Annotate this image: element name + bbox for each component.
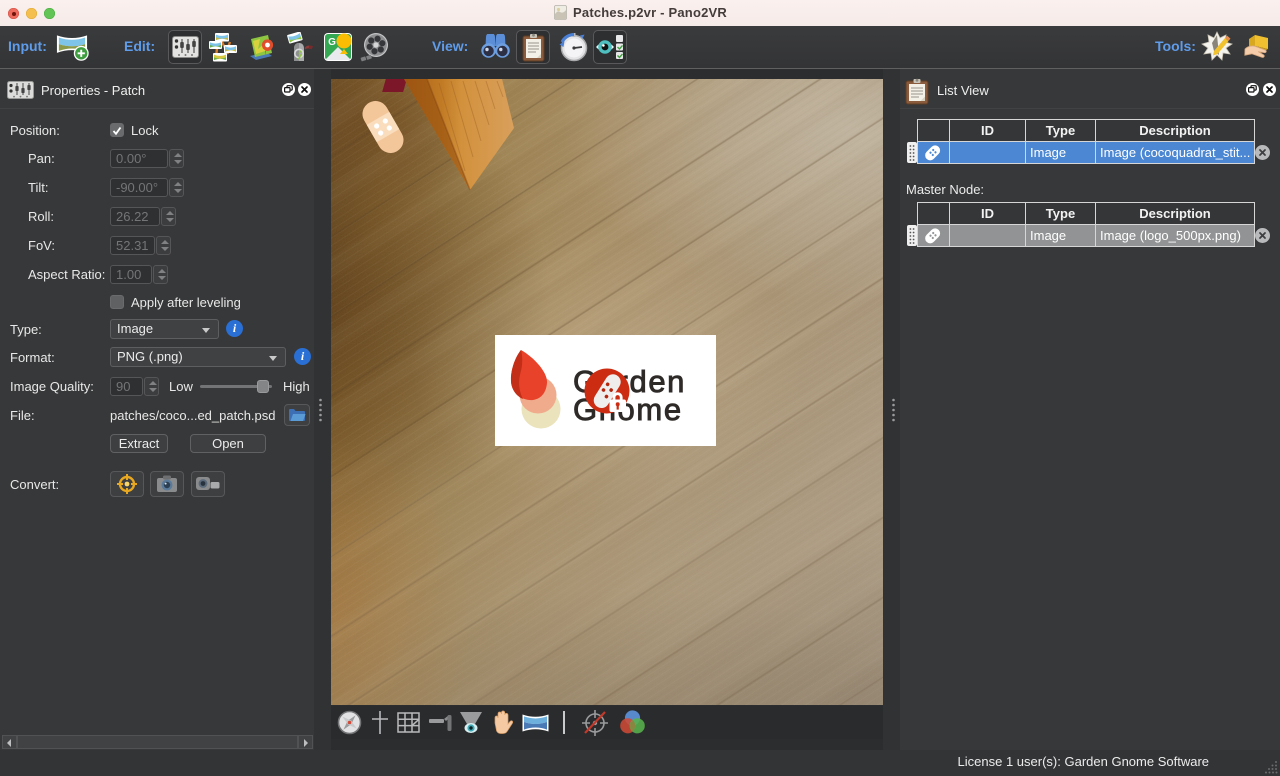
svg-text:G: G: [328, 37, 336, 48]
